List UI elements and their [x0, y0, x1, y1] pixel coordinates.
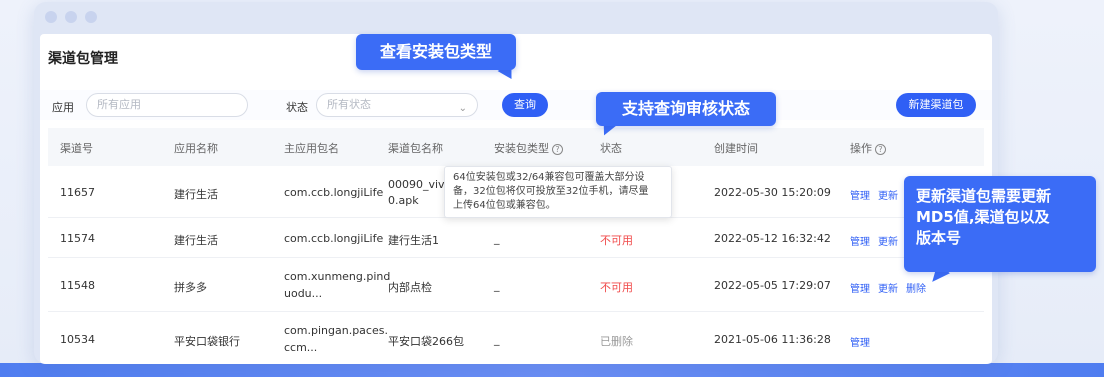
cell-app: 平安口袋银行: [174, 335, 240, 348]
table-row: 11574 建行生活 com.ccb.longjiLife 建行生活1 _ 不可…: [48, 218, 984, 258]
cell-type: _: [494, 279, 500, 292]
cell-status: 不可用: [600, 234, 633, 247]
tooltip-line3: 上传64位包或兼容包。: [453, 200, 556, 211]
col-actions-label: 操作: [850, 142, 872, 155]
cell-actions: 管理: [850, 334, 878, 349]
cell-time: 2021-05-06 11:36:28: [714, 333, 831, 346]
cell-time: 2022-05-05 17:29:07: [714, 279, 831, 292]
cell-app: 建行生活: [174, 188, 218, 201]
cell-status: 不可用: [600, 281, 633, 294]
update-link[interactable]: 更新: [878, 237, 898, 248]
chevron-down-icon: ⌄: [458, 103, 467, 114]
tooltip-line2: 备，32位包将仅可投放至32位手机，请尽量: [453, 186, 649, 197]
cell-actions: 管理 更新: [850, 233, 906, 248]
cell-package: com.ccb.longjiLife: [284, 232, 384, 245]
col-main-package: 主应用包名: [284, 142, 339, 155]
window-dot-icon: [45, 11, 57, 23]
cell-channel: 11548: [60, 279, 95, 292]
cell-package-line1: com.xunmeng.pind: [284, 270, 391, 283]
table-row: 11548 拼多多 com.xunmeng.pind uodu... 内部点检 …: [48, 258, 984, 312]
col-channel: 渠道号: [60, 142, 93, 155]
cell-package-line2: ccm...: [284, 341, 318, 354]
query-button[interactable]: 查询: [502, 93, 548, 117]
window-dot-icon: [65, 11, 77, 23]
cell-channel: 11657: [60, 186, 95, 199]
cell-channel: 11574: [60, 232, 95, 245]
window-dot-icon: [85, 11, 97, 23]
cell-package-line1: com.pingan.paces.: [284, 324, 388, 337]
cell-name-line1: 00090_vivo: [388, 178, 452, 191]
manage-link[interactable]: 管理: [850, 237, 870, 248]
update-link[interactable]: 更新: [878, 191, 898, 202]
col-install-type: 安装包类型?: [494, 140, 563, 156]
cell-name-line2: 0.apk: [388, 194, 419, 207]
cell-time: 2022-05-12 16:32:42: [714, 232, 831, 245]
app-filter-label: 应用: [52, 101, 74, 114]
manage-link[interactable]: 管理: [850, 284, 870, 295]
cell-time: 2022-05-30 15:20:09: [714, 186, 831, 199]
tooltip-line1: 64位安装包或32/64兼容包可覆盖大部分设: [453, 172, 645, 183]
col-app-name: 应用名称: [174, 142, 218, 155]
new-channel-package-button[interactable]: 新建渠道包: [896, 93, 976, 117]
callout-update-line1: 更新渠道包需要更新: [916, 187, 1052, 205]
col-install-type-label: 安装包类型: [494, 142, 549, 155]
table-header: 渠道号 应用名称 主应用包名 渠道包名称 安装包类型? 状态 创建时间 操作?: [48, 128, 984, 166]
update-link[interactable]: 更新: [878, 284, 898, 295]
callout-audit-status: 支持查询审核状态: [596, 92, 776, 126]
cell-status: 已删除: [600, 335, 633, 348]
cell-channel: 10534: [60, 333, 95, 346]
col-actions: 操作?: [850, 140, 886, 156]
manage-link[interactable]: 管理: [850, 338, 870, 349]
cell-name: 建行生活1: [388, 234, 439, 247]
channel-package-table: 渠道号 应用名称 主应用包名 渠道包名称 安装包类型? 状态 创建时间 操作? …: [48, 128, 984, 364]
filter-bar: 应用 所有应用 状态 所有状态 ⌄ 查询 新建渠道包: [40, 90, 992, 120]
callout-install-type: 查看安装包类型: [356, 34, 516, 70]
cell-name: 内部点检: [388, 281, 432, 294]
manage-link[interactable]: 管理: [850, 191, 870, 202]
cell-actions: 管理 更新: [850, 187, 906, 202]
status-filter-label: 状态: [286, 101, 308, 114]
status-filter-placeholder: 所有状态: [327, 98, 371, 111]
table-row: 10534 平安口袋银行 com.pingan.paces. ccm... 平安…: [48, 312, 984, 364]
callout-update-line2: MD5值,渠道包以及: [916, 208, 1050, 226]
help-icon[interactable]: ?: [552, 143, 563, 155]
help-icon[interactable]: ?: [875, 143, 886, 155]
delete-link[interactable]: 删除: [906, 284, 926, 295]
status-filter-select[interactable]: 所有状态 ⌄: [316, 93, 478, 117]
callout-update-line3: 版本号: [916, 229, 962, 247]
col-package-name: 渠道包名称: [388, 142, 443, 155]
cell-package-line2: uodu...: [284, 287, 323, 300]
col-status: 状态: [600, 142, 622, 155]
cell-actions: 管理 更新 删除: [850, 280, 934, 295]
page-title: 渠道包管理: [48, 51, 118, 67]
install-type-tooltip: 64位安装包或32/64兼容包可覆盖大部分设 备，32位包将仅可投放至32位手机…: [444, 166, 672, 218]
app-filter-input[interactable]: 所有应用: [86, 93, 248, 117]
cell-package: com.ccb.longjiLife: [284, 186, 384, 199]
cell-app: 建行生活: [174, 234, 218, 247]
col-created-time: 创建时间: [714, 142, 758, 155]
cell-type: _: [494, 232, 500, 245]
window-controls: [45, 11, 97, 23]
callout-update-package: 更新渠道包需要更新 MD5值,渠道包以及 版本号: [904, 176, 1096, 272]
cell-name: 平安口袋266包: [388, 335, 464, 348]
bottom-decor-band: [0, 363, 1104, 377]
cell-type: _: [494, 333, 500, 346]
cell-app: 拼多多: [174, 281, 207, 294]
